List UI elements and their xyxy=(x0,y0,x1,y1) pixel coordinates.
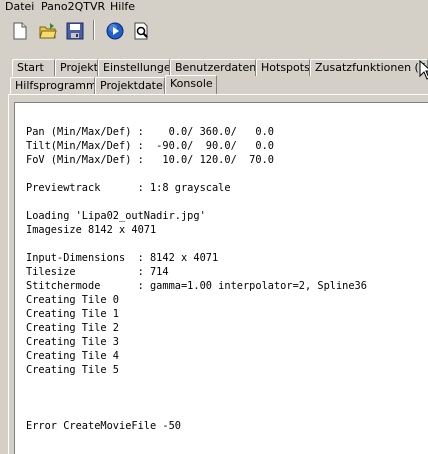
menu-pano2qtvr[interactable]: Pano2QTVR xyxy=(41,0,105,13)
new-button[interactable] xyxy=(7,18,31,42)
tab-hilfsprogramme[interactable]: Hilfsprogramme xyxy=(10,77,95,94)
tab-zusatzfunktionen[interactable]: Zusatzfunktionen (Spr xyxy=(310,59,428,76)
preview-magnifier-icon xyxy=(134,22,148,40)
console-output[interactable]: Pan (Min/Max/Def) : 0.0/ 360.0/ 0.0 Tilt(… xyxy=(14,102,428,454)
play-icon xyxy=(106,22,124,40)
new-document-icon xyxy=(13,22,27,40)
console-line: Creating Tile 5 xyxy=(26,364,119,376)
console-line: Creating Tile 0 xyxy=(26,294,119,306)
menu-datei[interactable]: Datei xyxy=(5,0,34,13)
tab-row-1: Start Projekt Einstellungen Benutzerdate… xyxy=(0,59,428,76)
console-line: Error CreateMovieFile -50 xyxy=(26,420,181,432)
tab-hotspots[interactable]: Hotspots xyxy=(256,59,310,76)
preview-button[interactable] xyxy=(129,18,153,42)
tab-projekt[interactable]: Projekt xyxy=(55,59,98,76)
menu-hilfe[interactable]: Hilfe xyxy=(110,0,135,13)
open-button[interactable] xyxy=(35,18,59,42)
console-line: Tilesize : 714 xyxy=(26,266,169,278)
console-line: Pan (Min/Max/Def) : 0.0/ 360.0/ 0.0 xyxy=(26,126,274,138)
save-button[interactable] xyxy=(62,18,86,42)
tab-row-2: Hilfsprogramme Projektdatei Konsole xyxy=(0,75,428,94)
open-folder-icon xyxy=(39,23,57,39)
console-line: FoV (Min/Max/Def) : 10.0/ 120.0/ 70.0 xyxy=(26,154,274,166)
console-line: Creating Tile 1 xyxy=(26,308,119,320)
mouse-cursor-icon xyxy=(419,60,428,80)
console-line: Loading 'Lipa02_outNadir.jpg' xyxy=(26,210,206,222)
tab-einstellungen[interactable]: Einstellungen xyxy=(98,59,170,76)
console-line: Tilt(Min/Max/Def) : -90.0/ 90.0/ 0.0 xyxy=(26,140,274,152)
tab-start[interactable]: Start xyxy=(12,59,55,76)
toolbar-separator xyxy=(93,20,95,40)
console-line: Stitchermode : gamma=1.00 interpolator=2… xyxy=(26,280,367,292)
toolbar xyxy=(0,15,428,45)
console-line: Input-Dimensions : 8142 x 4071 xyxy=(26,252,219,264)
tab-projektdatei[interactable]: Projektdatei xyxy=(95,77,165,94)
tab-konsole[interactable]: Konsole xyxy=(165,75,217,94)
tab-benutzerdaten[interactable]: Benutzerdaten xyxy=(170,59,256,76)
console-lines: Pan (Min/Max/Def) : 0.0/ 360.0/ 0.0 Tilt(… xyxy=(26,125,367,433)
console-line: Creating Tile 3 xyxy=(26,336,119,348)
play-button[interactable] xyxy=(102,18,126,42)
menu-bar: Datei Pano2QTVR Hilfe xyxy=(0,0,428,14)
console-line: Creating Tile 4 xyxy=(26,350,119,362)
console-line: Creating Tile 2 xyxy=(26,322,119,334)
console-line: Imagesize 8142 x 4071 xyxy=(26,224,157,236)
save-disk-icon xyxy=(66,22,84,40)
console-line: Previewtrack : 1:8 grayscale xyxy=(26,182,231,194)
